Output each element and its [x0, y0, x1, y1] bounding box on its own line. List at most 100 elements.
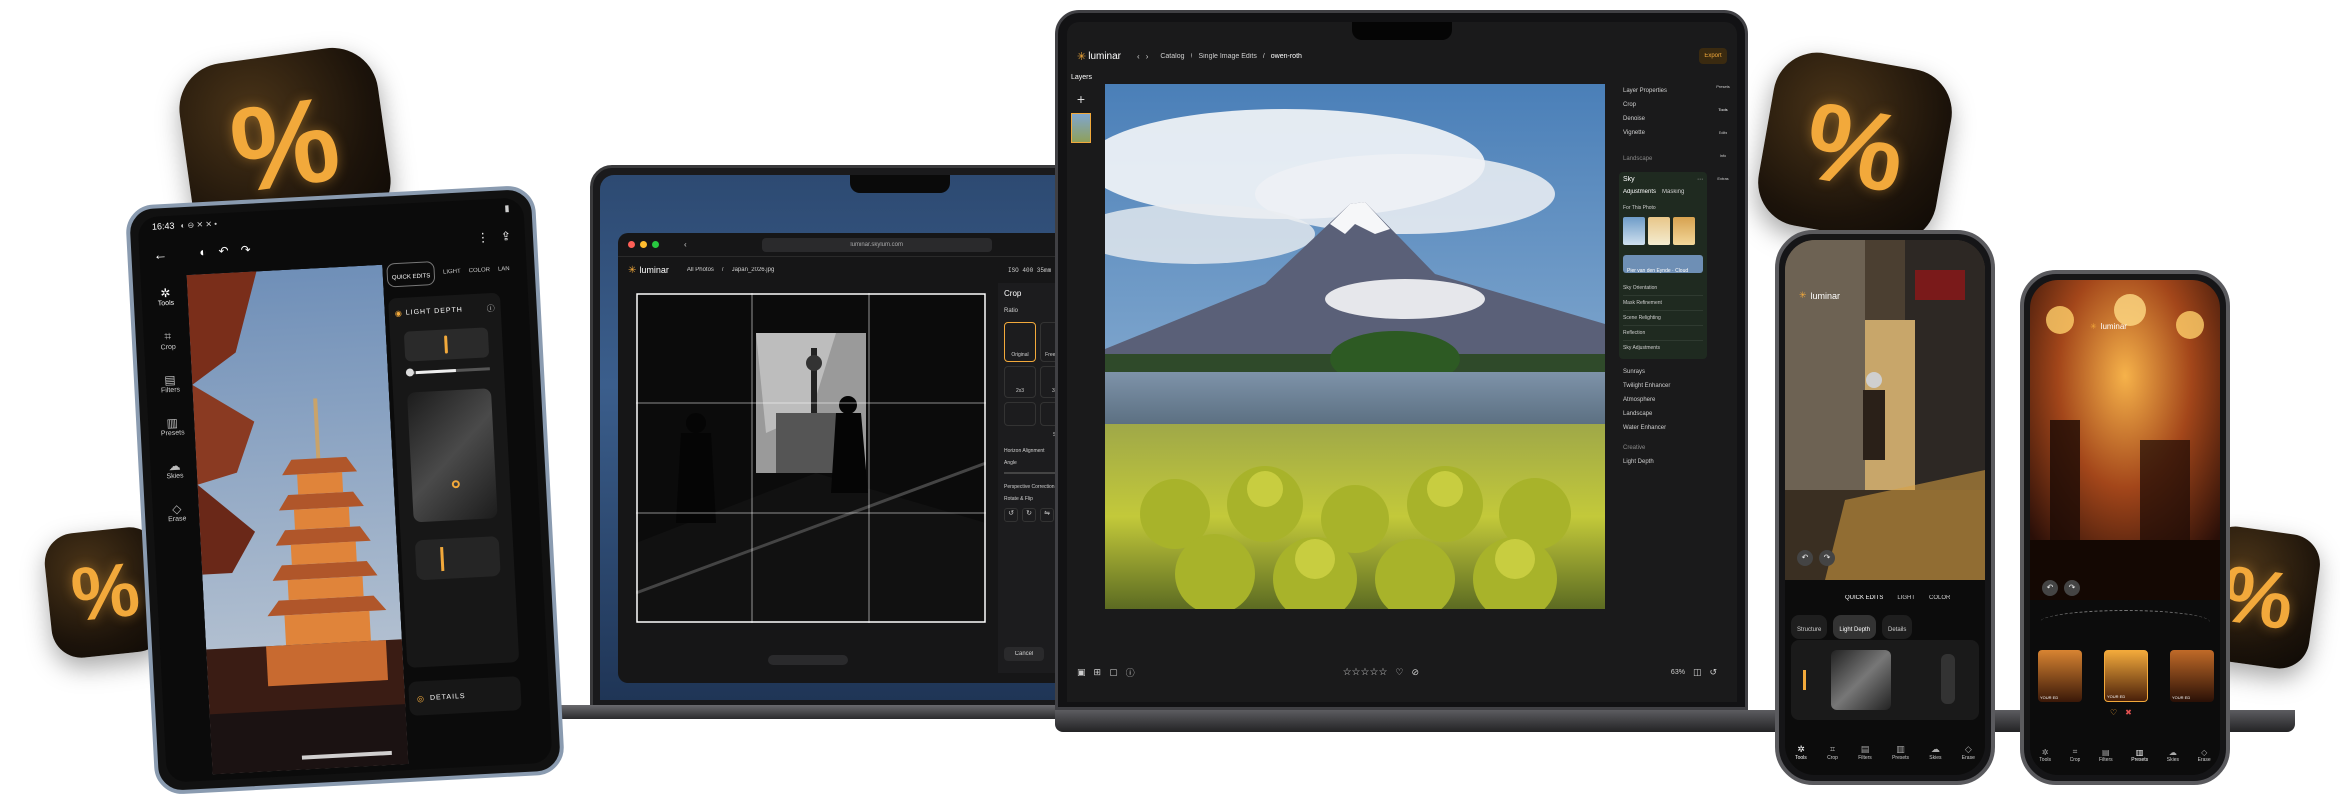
- breadcrumb-all-photos[interactable]: All Photos: [687, 267, 714, 273]
- mask-refinement-row[interactable]: Mask Refinement: [1623, 296, 1703, 311]
- sidebar-toggle-icon[interactable]: ▣: [1077, 667, 1086, 678]
- sky-adjustments-row[interactable]: Sky Adjustments: [1623, 341, 1703, 355]
- brand-name[interactable]: luminar: [1088, 51, 1121, 62]
- layer-thumbnail[interactable]: [1071, 113, 1091, 143]
- history-icon[interactable]: ↺: [1709, 667, 1717, 678]
- rail-erase[interactable]: ◇ Erase: [167, 501, 187, 524]
- trash-icon[interactable]: ✖: [2125, 708, 2132, 717]
- rotate-left-icon[interactable]: ↺: [1004, 508, 1018, 522]
- extras-tab[interactable]: Extras: [1717, 176, 1728, 181]
- breadcrumb-catalog[interactable]: Catalog: [1160, 53, 1184, 60]
- info-icon[interactable]: ⓘ: [486, 302, 495, 313]
- tool-light-depth[interactable]: Light Depth: [1617, 455, 1709, 469]
- close-dot[interactable]: [628, 241, 635, 248]
- preset-thumb[interactable]: YOUR ED: [2038, 650, 2082, 702]
- nav-crop[interactable]: ⌗ Crop: [1827, 744, 1838, 761]
- intensity-control[interactable]: [414, 536, 501, 581]
- chevron-right-icon[interactable]: ›: [1146, 52, 1149, 61]
- nav-erase[interactable]: ◇ Erase: [1962, 744, 1975, 761]
- tool-sunrays[interactable]: Sunrays: [1617, 365, 1709, 379]
- chip-structure[interactable]: Structure: [1791, 615, 1828, 639]
- back-arrow-icon[interactable]: ←: [153, 246, 168, 263]
- share-icon[interactable]: ⇪: [501, 229, 512, 244]
- minimize-dot[interactable]: [640, 241, 647, 248]
- ratio-button-5[interactable]: [1004, 402, 1036, 426]
- nav-tools[interactable]: ✲ Tools: [1795, 744, 1807, 761]
- chevron-left-icon[interactable]: ‹: [1137, 52, 1140, 61]
- rail-crop[interactable]: ⌗ Crop: [160, 329, 177, 352]
- nav-presets[interactable]: ▥ Presets: [1892, 744, 1909, 761]
- chip-details[interactable]: Details: [1882, 615, 1913, 639]
- breadcrumb-single-image-edits[interactable]: Single Image Edits: [1198, 53, 1256, 60]
- ratio-2x3-button[interactable]: 2x3: [1004, 366, 1036, 398]
- cancel-button[interactable]: Cancel: [1004, 647, 1044, 661]
- tool-denoise[interactable]: Denoise: [1617, 112, 1709, 126]
- flip-icon[interactable]: ⇋: [1040, 508, 1054, 522]
- nav-filters[interactable]: ▤ Filters: [2099, 747, 2113, 763]
- favorite-icon[interactable]: ♡: [1395, 667, 1403, 678]
- reflection-row[interactable]: Reflection: [1623, 326, 1703, 341]
- add-layer-button[interactable]: +: [1073, 91, 1089, 107]
- sky-preset-1[interactable]: [1623, 217, 1645, 245]
- tool-landscape[interactable]: Landscape: [1617, 407, 1709, 421]
- depth-control[interactable]: [1791, 640, 1979, 720]
- intensity-dial[interactable]: [2040, 610, 2210, 634]
- tab-quick-edits[interactable]: QUICK EDITS: [1845, 595, 1883, 601]
- rail-filters[interactable]: ▤ Filters: [160, 373, 180, 395]
- photo-canvas[interactable]: [635, 293, 987, 623]
- depth-map-preview[interactable]: [406, 388, 498, 523]
- chevron-left-icon[interactable]: ‹: [684, 240, 687, 249]
- grid-view-icon[interactable]: ⊞: [1094, 667, 1102, 678]
- preset-thumb[interactable]: YOUR ED: [2104, 650, 2148, 702]
- info-tab[interactable]: Info: [1720, 153, 1727, 158]
- tab-landscape[interactable]: LAN: [498, 266, 510, 273]
- export-button[interactable]: Export: [1699, 48, 1727, 64]
- details-section[interactable]: ◎ DETAILS: [408, 676, 522, 716]
- preset-thumb[interactable]: YOUR ED: [2170, 650, 2214, 702]
- sky-options-icon[interactable]: ⋯: [1697, 176, 1703, 183]
- ratio-original-button[interactable]: Original: [1004, 322, 1036, 362]
- tool-layer-properties[interactable]: Layer Properties: [1617, 84, 1709, 98]
- scene-relighting-row[interactable]: Scene Relighting: [1623, 311, 1703, 326]
- rail-skies[interactable]: ☁ Skies: [166, 458, 183, 481]
- tool-atmosphere[interactable]: Atmosphere: [1617, 393, 1709, 407]
- compare-icon[interactable]: ◐: [199, 245, 207, 259]
- more-icon[interactable]: ⋮: [477, 230, 490, 245]
- rail-tools[interactable]: ✲ Tools: [157, 286, 175, 308]
- nav-skies[interactable]: ☁ Skies: [2167, 747, 2179, 763]
- reject-icon[interactable]: ⊘: [1412, 667, 1420, 678]
- depth-slider[interactable]: [405, 367, 490, 377]
- sky-preset-2[interactable]: [1648, 217, 1670, 245]
- tab-light[interactable]: LIGHT: [1897, 595, 1915, 601]
- pagoda-photo[interactable]: [186, 264, 409, 775]
- sky-select-button[interactable]: Pier van den Eynde · Cloud: [1623, 255, 1703, 274]
- tool-twilight-enhancer[interactable]: Twilight Enhancer: [1617, 379, 1709, 393]
- rating-stars[interactable]: ☆☆☆☆☆: [1343, 667, 1388, 678]
- nav-skies[interactable]: ☁ Skies: [1929, 744, 1941, 761]
- tools-tab[interactable]: Tools: [1718, 107, 1727, 112]
- sky-orientation-row[interactable]: Sky Orientation: [1623, 281, 1703, 296]
- redo-icon[interactable]: ↷: [240, 243, 251, 258]
- redo-button[interactable]: ↷: [1819, 550, 1835, 566]
- tool-sky[interactable]: Sky: [1623, 176, 1635, 183]
- presets-tab[interactable]: Presets: [1716, 84, 1730, 89]
- sky-preset-3[interactable]: [1673, 217, 1695, 245]
- nav-presets[interactable]: ▥ Presets: [2131, 747, 2148, 763]
- heart-icon[interactable]: ♡: [2110, 708, 2117, 717]
- tool-crop[interactable]: Crop: [1617, 98, 1709, 112]
- redo-button[interactable]: ↷: [2064, 580, 2080, 596]
- info-icon[interactable]: ⓘ: [1126, 666, 1135, 679]
- undo-icon[interactable]: ↶: [218, 244, 229, 259]
- nav-filters[interactable]: ▤ Filters: [1858, 744, 1872, 761]
- tab-light[interactable]: LIGHT: [443, 269, 461, 276]
- nav-erase[interactable]: ◇ Erase: [2198, 747, 2211, 763]
- tool-water-enhancer[interactable]: Water Enhancer: [1617, 421, 1709, 435]
- undo-button[interactable]: ↶: [2042, 580, 2058, 596]
- tab-color[interactable]: COLOR: [1929, 595, 1950, 601]
- nav-crop[interactable]: ⌗ Crop: [2070, 747, 2081, 763]
- depth-selector[interactable]: [403, 327, 490, 362]
- maximize-dot[interactable]: [652, 241, 659, 248]
- tab-masking[interactable]: Masking: [1662, 189, 1684, 195]
- tab-color[interactable]: COLOR: [469, 267, 491, 274]
- rotate-right-icon[interactable]: ↻: [1022, 508, 1036, 522]
